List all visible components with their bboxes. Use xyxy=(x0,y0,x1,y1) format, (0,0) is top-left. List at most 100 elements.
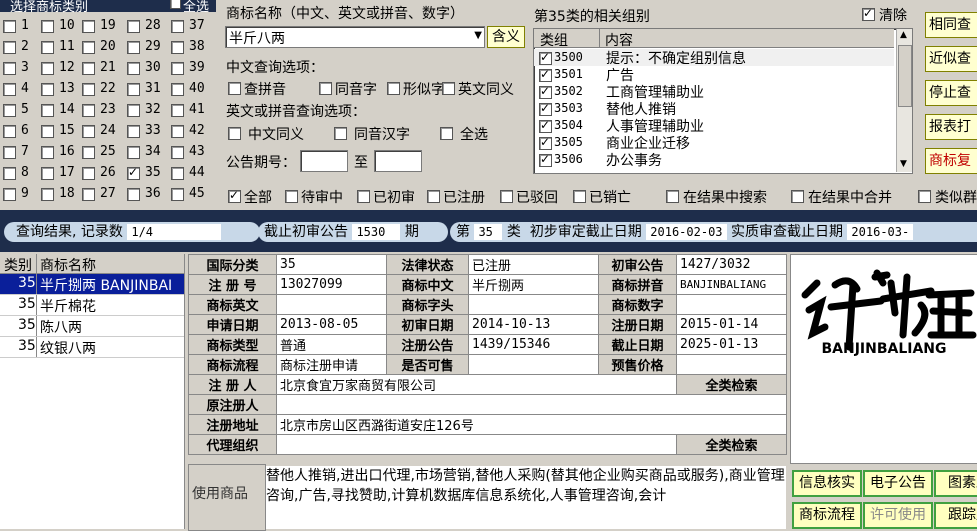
en-option-checkbox-0[interactable] xyxy=(228,127,241,140)
group-row-checkbox[interactable] xyxy=(539,67,552,82)
class-checkbox-30[interactable] xyxy=(127,62,140,75)
group-row-checkbox[interactable] xyxy=(539,152,552,167)
agent-full-search-button[interactable]: 全类检索 xyxy=(676,434,787,455)
groups-scrollbar[interactable]: ▲ ▼ xyxy=(896,29,912,172)
class-checkbox-12[interactable] xyxy=(41,62,54,75)
group-row-checkbox[interactable] xyxy=(539,84,552,99)
side-button-3[interactable]: 报表打 xyxy=(925,114,977,140)
class-checkbox-9[interactable] xyxy=(3,188,16,201)
class-checkbox-45[interactable] xyxy=(171,188,184,201)
group-row-checkbox[interactable] xyxy=(539,101,552,116)
class-checkbox-11[interactable] xyxy=(41,41,54,54)
extra-filter-checkbox-2[interactable] xyxy=(918,190,931,203)
class-checkbox-8[interactable] xyxy=(3,167,16,180)
class-checkbox-26[interactable] xyxy=(82,167,95,180)
class-checkbox-16[interactable] xyxy=(41,146,54,159)
scroll-down-icon[interactable]: ▼ xyxy=(900,159,907,169)
cn-option-checkbox-0[interactable] xyxy=(228,82,241,95)
class-checkbox-31[interactable] xyxy=(127,83,140,96)
class-checkbox-23[interactable] xyxy=(82,104,95,117)
group-row-checkbox[interactable] xyxy=(539,50,552,65)
class-checkbox-37[interactable] xyxy=(171,20,184,33)
bottom-button-0[interactable]: 信息核实 xyxy=(792,470,862,497)
side-button-2[interactable]: 停止查 xyxy=(925,80,977,106)
cn-option-checkbox-1[interactable] xyxy=(319,82,332,95)
select-all-classes-checkbox[interactable] xyxy=(170,0,181,9)
class-checkbox-25[interactable] xyxy=(82,146,95,159)
flow-value[interactable]: 商标注册申请 xyxy=(276,354,387,375)
class-checkbox-21[interactable] xyxy=(82,62,95,75)
extra-filter-checkbox-0[interactable] xyxy=(666,190,679,203)
group-row-checkbox[interactable] xyxy=(539,118,552,133)
name-input[interactable]: 半斤八两 ▼ xyxy=(225,26,485,48)
result-row[interactable]: 35 陈八两 xyxy=(0,316,184,337)
status-filter-checkbox-3[interactable] xyxy=(427,190,440,203)
class-checkbox-13[interactable] xyxy=(41,83,54,96)
class-checkbox-4[interactable] xyxy=(3,83,16,96)
class-checkbox-36[interactable] xyxy=(127,188,140,201)
scroll-thumb[interactable] xyxy=(898,45,912,107)
group-row[interactable]: 3503替他人推销 xyxy=(534,100,894,118)
class-checkbox-6[interactable] xyxy=(3,125,16,138)
class-checkbox-33[interactable] xyxy=(127,125,140,138)
class-checkbox-35[interactable] xyxy=(127,165,140,180)
class-checkbox-7[interactable] xyxy=(3,146,16,159)
class-checkbox-28[interactable] xyxy=(127,20,140,33)
class-checkbox-1[interactable] xyxy=(3,20,16,33)
group-row[interactable]: 3504人事管理辅助业 xyxy=(534,117,894,135)
group-row-checkbox[interactable] xyxy=(539,135,552,150)
class-checkbox-32[interactable] xyxy=(127,104,140,117)
status-filter-checkbox-5[interactable] xyxy=(573,190,586,203)
en-option-checkbox-1[interactable] xyxy=(334,127,347,140)
class-checkbox-40[interactable] xyxy=(171,83,184,96)
extra-filter-checkbox-1[interactable] xyxy=(791,190,804,203)
dropdown-arrow-icon[interactable]: ▼ xyxy=(474,30,482,41)
scroll-up-icon[interactable]: ▲ xyxy=(900,30,907,40)
group-row[interactable]: 3505商业企业迁移 xyxy=(534,134,894,152)
cn-option-checkbox-2[interactable] xyxy=(387,82,400,95)
group-row[interactable]: 3501广告 xyxy=(534,66,894,84)
cn-option-checkbox-3[interactable] xyxy=(442,82,455,95)
class-checkbox-42[interactable] xyxy=(171,125,184,138)
side-button-1[interactable]: 近似查 xyxy=(925,46,977,72)
class-checkbox-34[interactable] xyxy=(127,146,140,159)
class-checkbox-10[interactable] xyxy=(41,20,54,33)
class-checkbox-39[interactable] xyxy=(171,62,184,75)
class-checkbox-41[interactable] xyxy=(171,104,184,117)
status-filter-checkbox-1[interactable] xyxy=(285,190,298,203)
issue-from-input[interactable] xyxy=(300,150,348,172)
group-row[interactable]: 3500提示：不确定组别信息 xyxy=(534,49,894,67)
bottom-button-5[interactable]: 跟踪监 xyxy=(934,502,977,529)
class-checkbox-43[interactable] xyxy=(171,146,184,159)
class-checkbox-24[interactable] xyxy=(82,125,95,138)
class-checkbox-3[interactable] xyxy=(3,62,16,75)
class-checkbox-5[interactable] xyxy=(3,104,16,117)
class-checkbox-27[interactable] xyxy=(82,188,95,201)
class-checkbox-14[interactable] xyxy=(41,104,54,117)
class-checkbox-17[interactable] xyxy=(41,167,54,180)
bottom-button-1[interactable]: 电子公告 xyxy=(863,470,933,497)
class-checkbox-2[interactable] xyxy=(3,41,16,54)
include-meaning-button[interactable]: 含义 xyxy=(487,26,525,48)
status-filter-checkbox-0[interactable] xyxy=(228,188,241,203)
class-checkbox-19[interactable] xyxy=(82,20,95,33)
bottom-button-4[interactable]: 许可使用 xyxy=(863,502,933,529)
class-checkbox-38[interactable] xyxy=(171,41,184,54)
clear-checkbox[interactable] xyxy=(862,6,875,21)
en-option-checkbox-2[interactable] xyxy=(440,127,453,140)
side-button-0[interactable]: 相同查 xyxy=(925,12,977,38)
issue-to-input[interactable] xyxy=(374,150,422,172)
result-row[interactable]: 35 半斤捌两 BANJINBAI xyxy=(0,274,184,295)
bottom-button-2[interactable]: 图素跟 xyxy=(934,470,977,497)
bottom-button-3[interactable]: 商标流程 xyxy=(792,502,862,529)
class-checkbox-44[interactable] xyxy=(171,167,184,180)
group-row[interactable]: 3502工商管理辅助业 xyxy=(534,83,894,101)
result-row[interactable]: 35 半斤棉花 xyxy=(0,295,184,316)
class-checkbox-29[interactable] xyxy=(127,41,140,54)
class-checkbox-15[interactable] xyxy=(41,125,54,138)
class-checkbox-18[interactable] xyxy=(41,188,54,201)
status-filter-checkbox-4[interactable] xyxy=(500,190,513,203)
registrant-full-search-button[interactable]: 全类检索 xyxy=(676,374,787,395)
class-checkbox-22[interactable] xyxy=(82,83,95,96)
class-checkbox-20[interactable] xyxy=(82,41,95,54)
